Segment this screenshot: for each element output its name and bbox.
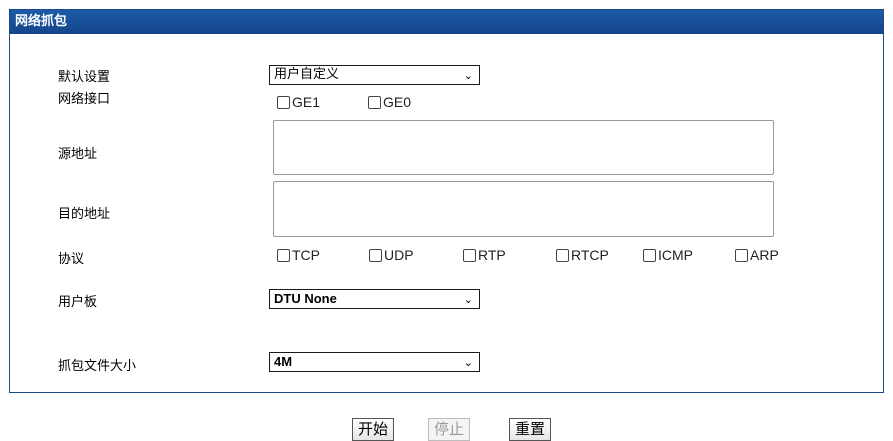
capture-size-select[interactable]: 4M ⌄ [269,352,480,372]
destination-address-input[interactable] [273,181,774,237]
checkbox-label-ge0: GE0 [383,94,412,110]
start-button[interactable]: 开始 [352,418,395,441]
checkbox-ge0[interactable]: GE0 [368,94,411,110]
checkbox-label-udp: UDP [384,247,414,263]
user-board-label: 用户板 [58,295,98,310]
checkbox-arp[interactable]: ARP [735,247,779,263]
checkbox-label-icmp: ICMP [658,247,693,263]
checkbox-box[interactable] [463,248,476,262]
checkbox-box[interactable] [368,95,381,109]
capture-size-label: 抓包文件大小 [58,359,137,374]
checkbox-tcp[interactable]: TCP [277,247,320,263]
capture-size-value: 4M [274,354,293,369]
default-settings-value: 用户自定义 [274,67,340,82]
default-settings-label: 默认设置 [58,70,111,85]
chevron-down-icon: ⌄ [463,69,473,82]
checkbox-box[interactable] [277,95,290,109]
checkbox-udp[interactable]: UDP [369,247,414,263]
checkbox-label-ge1: GE1 [292,94,321,110]
checkbox-box[interactable] [277,248,290,262]
network-interface-label: 网络接口 [58,92,111,107]
checkbox-label-rtcp: RTCP [571,247,609,263]
panel-title: 网络抓包 [10,10,883,34]
checkbox-label-rtp: RTP [478,247,506,263]
checkbox-label-tcp: TCP [292,247,320,263]
network-capture-panel: 网络抓包 默认设置 用户自定义 ⌄ 网络接口 GE1 GE0 源地址 目的地址 … [9,9,884,393]
checkbox-rtp[interactable]: RTP [463,247,506,263]
chevron-down-icon: ⌄ [463,293,473,306]
protocol-label: 协议 [58,252,85,267]
checkbox-box[interactable] [643,248,656,262]
stop-button[interactable]: 停止 [428,418,471,441]
checkbox-label-arp: ARP [750,247,779,263]
destination-address-label: 目的地址 [58,207,111,222]
user-board-select[interactable]: DTU None ⌄ [269,289,480,309]
source-address-input[interactable] [273,120,774,175]
checkbox-rtcp[interactable]: RTCP [556,247,609,263]
chevron-down-icon: ⌄ [463,356,473,369]
checkbox-icmp[interactable]: ICMP [643,247,693,263]
source-address-label: 源地址 [58,147,98,162]
user-board-value: DTU None [274,291,337,306]
reset-button[interactable]: 重置 [509,418,552,441]
checkbox-box[interactable] [369,248,382,262]
checkbox-box[interactable] [556,248,569,262]
checkbox-ge1[interactable]: GE1 [277,94,320,110]
default-settings-select[interactable]: 用户自定义 ⌄ [269,65,480,85]
checkbox-box[interactable] [735,248,748,262]
